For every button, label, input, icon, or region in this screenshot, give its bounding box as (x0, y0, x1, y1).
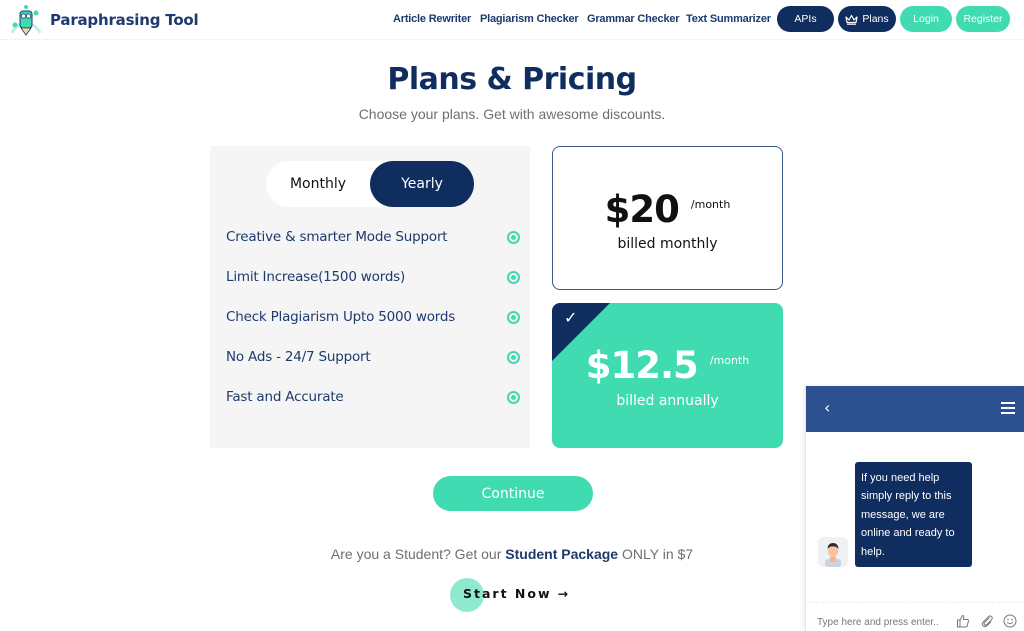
price-period: /month (709, 354, 750, 367)
agent-avatar (818, 537, 848, 567)
billing-note: billed monthly (617, 236, 718, 252)
page-title: Plans & Pricing (387, 62, 637, 97)
radio-check-icon (507, 230, 520, 244)
start-now-button[interactable]: Start Now → (463, 586, 568, 601)
feature-text: Limit Increase(1500 words) (226, 269, 406, 285)
arrow-right-icon: → (557, 586, 568, 601)
register-button[interactable]: Register (956, 6, 1010, 32)
check-icon: ✓ (564, 308, 578, 327)
price-period: /month (690, 198, 731, 211)
login-label: Login (913, 13, 939, 25)
logo-icon[interactable] (8, 3, 44, 37)
radio-check-icon (507, 270, 520, 284)
apis-button[interactable]: APIs (777, 6, 834, 32)
price-amount: $12.5 (585, 344, 699, 387)
chevron-left-icon[interactable]: ‹ (824, 398, 830, 417)
student-suffix: ONLY in $7 (621, 546, 694, 562)
brand-name[interactable]: Paraphrasing Tool (50, 11, 199, 29)
price-amount: $20 (604, 188, 680, 231)
plan-card-monthly[interactable]: $20 /month billed monthly (552, 146, 783, 290)
radio-check-icon (507, 350, 520, 364)
feature-item: Limit Increase(1500 words) (226, 267, 522, 287)
nav-article-rewriter[interactable]: Article Rewriter (393, 13, 471, 25)
billing-note: billed annually (616, 393, 719, 409)
nav-text-summarizer[interactable]: Text Summarizer (686, 13, 771, 25)
person-icon (825, 543, 841, 567)
continue-button[interactable]: Continue (433, 476, 593, 511)
nav-grammar-checker[interactable]: Grammar Checker (587, 13, 680, 25)
login-button[interactable]: Login (900, 6, 952, 32)
features-panel: Monthly Yearly Creative & smarter Mode S… (210, 146, 530, 448)
nav-plagiarism-checker[interactable]: Plagiarism Checker (480, 13, 579, 25)
feature-text: Check Plagiarism Upto 5000 words (226, 309, 456, 325)
continue-label: Continue (481, 485, 545, 502)
feature-item: Creative & smarter Mode Support (226, 227, 522, 247)
student-prefix: Are you a Student? Get our (330, 546, 502, 562)
chat-header: ‹ (806, 386, 1024, 432)
feature-item: No Ads - 24/7 Support (226, 347, 522, 367)
emoji-smile-icon[interactable] (1003, 614, 1017, 628)
top-nav: Paraphrasing Tool Article Rewriter Plagi… (0, 0, 1024, 40)
chat-message-bubble: If you need help simply reply to this me… (855, 462, 972, 567)
chat-divider (806, 602, 1024, 603)
price-row: $12.5 /month (552, 344, 783, 387)
feature-text: Creative & smarter Mode Support (226, 229, 448, 245)
paperclip-icon[interactable] (980, 614, 994, 628)
apis-label: APIs (794, 13, 817, 25)
hamburger-menu-icon[interactable] (1001, 402, 1015, 414)
page-subtitle: Choose your plans. Get with awesome disc… (358, 106, 666, 122)
student-package-link[interactable]: Student Package (505, 546, 618, 562)
billing-toggle: Monthly Yearly (266, 161, 474, 207)
register-label: Register (963, 13, 1003, 25)
feature-text: Fast and Accurate (226, 389, 344, 405)
plans-button[interactable]: Plans (838, 6, 896, 32)
chat-widget: ‹ If you need help simply reply to this … (805, 386, 1024, 631)
radio-check-icon (507, 310, 520, 324)
toggle-yearly[interactable]: Yearly (370, 161, 474, 207)
radio-check-icon (507, 390, 520, 404)
crown-icon (845, 14, 858, 25)
feature-text: No Ads - 24/7 Support (226, 349, 371, 365)
start-now-label: Start Now (463, 586, 552, 601)
toggle-monthly[interactable]: Monthly (266, 161, 370, 207)
chat-message-input[interactable] (817, 614, 945, 630)
plan-card-annual[interactable]: ✓ $12.5 /month billed annually (552, 303, 783, 448)
feature-item: Fast and Accurate (226, 387, 522, 407)
thumbs-up-icon[interactable] (956, 614, 970, 628)
price-row: $20 /month (553, 188, 782, 231)
feature-item: Check Plagiarism Upto 5000 words (226, 307, 522, 327)
plans-label: Plans (862, 13, 889, 25)
